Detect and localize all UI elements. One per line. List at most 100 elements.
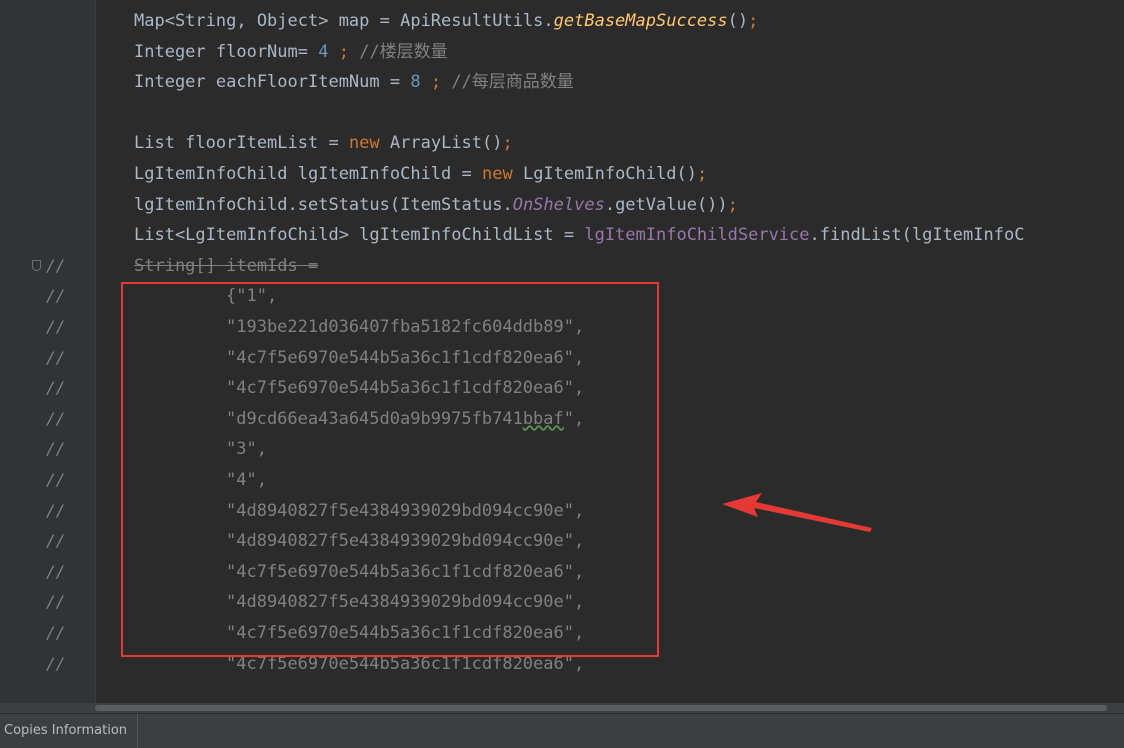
code-text: LgItemInfoChild lgItemInfoChild = new Lg…: [134, 159, 707, 189]
code-token: "4c7f5e6970e544b5a36c1f1cdf820ea6",: [226, 653, 585, 674]
code-text: "193be221d036407fba5182fc604ddb89",: [226, 312, 584, 342]
code-token: 4: [318, 41, 329, 62]
code-line[interactable]: Integer floorNum= 4 ; //楼层数量: [0, 37, 1124, 67]
code-line[interactable]: [0, 98, 1124, 128]
line-comment-marker: //: [46, 286, 66, 306]
code-text: List<LgItemInfoChild> lgItemInfoChildLis…: [134, 220, 1024, 250]
code-token: new: [482, 164, 513, 184]
code-token: "d9cd66ea43a645d0a9b9975fb741: [226, 408, 523, 429]
code-line[interactable]: lgItemInfoChild.setStatus(ItemStatus.OnS…: [0, 190, 1124, 220]
code-token: ;: [748, 11, 759, 31]
code-token: "193be221d036407fba5182fc604ddb89",: [226, 317, 585, 337]
code-text: "4c7f5e6970e544b5a36c1f1cdf820ea6",: [226, 373, 584, 403]
code-token: "4d8940827f5e4384939029bd094cc90e",: [226, 531, 585, 552]
fold-toggle-icon[interactable]: [32, 259, 41, 271]
code-token: ArrayList(): [379, 133, 503, 154]
code-text: "4c7f5e6970e544b5a36c1f1cdf820ea6",: [226, 618, 584, 648]
annotation-arrow-icon: [722, 493, 872, 532]
code-line[interactable]: // "d9cd66ea43a645d0a9b9975fb741bbaf",: [0, 404, 1124, 434]
code-token: new: [348, 133, 380, 154]
line-comment-marker: //: [46, 439, 66, 459]
line-comment-marker: //: [46, 623, 66, 642]
code-token: "4",: [226, 470, 267, 490]
code-token: "4c7f5e6970e544b5a36c1f1cdf820ea6",: [226, 347, 585, 368]
code-text: Integer eachFloorItemNum = 8 ; //每层商品数量: [134, 67, 574, 97]
code-token: ;: [696, 164, 708, 184]
code-line[interactable]: List floorItemList = new ArrayList();: [0, 128, 1124, 158]
code-token: List<LgItemInfoChild> lgItemInfoChildLis…: [134, 225, 585, 246]
code-text: "4c7f5e6970e544b5a36c1f1cdf820ea6",: [226, 649, 584, 679]
code-line[interactable]: // "4",: [0, 465, 1124, 495]
code-text: "d9cd66ea43a645d0a9b9975fb741bbaf",: [226, 404, 584, 434]
horizontal-scrollbar[interactable]: [0, 703, 1124, 713]
code-line[interactable]: Integer eachFloorItemNum = 8 ; //每层商品数量: [0, 67, 1124, 97]
code-token: String[] itemIds =: [134, 255, 319, 276]
code-token: ;: [328, 41, 360, 62]
line-comment-marker: //: [46, 500, 66, 520]
code-text: "4",: [226, 465, 267, 495]
code-token: "3",: [226, 439, 267, 460]
code-line[interactable]: // {"1",: [0, 281, 1124, 311]
line-comment-marker: //: [46, 592, 66, 612]
code-token: OnShelves: [512, 194, 605, 215]
code-text: {"1",: [226, 281, 277, 311]
code-line[interactable]: // "4c7f5e6970e544b5a36c1f1cdf820ea6",: [0, 557, 1124, 587]
code-token: lgItemInfoChild.setStatus(ItemStatus.: [134, 194, 513, 215]
code-token: .getValue()): [604, 194, 728, 215]
code-text: lgItemInfoChild.setStatus(ItemStatus.OnS…: [134, 190, 738, 220]
code-text: "4c7f5e6970e544b5a36c1f1cdf820ea6",: [226, 557, 584, 587]
code-token: Integer eachFloorItemNum =: [134, 72, 411, 93]
code-line[interactable]: // "4c7f5e6970e544b5a36c1f1cdf820ea6",: [0, 649, 1124, 679]
code-token: //楼层数量: [359, 41, 448, 62]
copies-information-tab[interactable]: Copies Information: [0, 714, 139, 748]
line-comment-marker: //: [46, 347, 66, 367]
code-line[interactable]: // "4c7f5e6970e544b5a36c1f1cdf820ea6",: [0, 618, 1124, 648]
code-text: "3",: [226, 434, 267, 464]
code-line[interactable]: Map<String, Object> map = ApiResultUtils…: [0, 6, 1124, 36]
code-text: Map<String, Object> map = ApiResultUtils…: [134, 6, 758, 36]
code-token: List floorItemList =: [134, 133, 349, 154]
code-line[interactable]: // "4c7f5e6970e544b5a36c1f1cdf820ea6",: [0, 343, 1124, 373]
code-line[interactable]: // String[] itemIds =: [0, 251, 1124, 281]
code-token: getBaseMapSuccess: [553, 11, 728, 31]
code-text: "4d8940827f5e4384939029bd094cc90e",: [226, 496, 584, 526]
code-token: Integer floorNum=: [134, 41, 319, 62]
line-comment-marker: //: [46, 531, 66, 551]
code-text: String[] itemIds =: [134, 251, 318, 281]
code-text: "4d8940827f5e4384939029bd094cc90e",: [226, 526, 584, 556]
code-token: //每层商品数量: [451, 72, 574, 93]
code-token: ",: [563, 408, 585, 429]
code-token: "4d8940827f5e4384939029bd094cc90e",: [226, 500, 585, 521]
code-line[interactable]: // "4d8940827f5e4384939029bd094cc90e",: [0, 587, 1124, 617]
code-token: {"1",: [226, 286, 278, 307]
code-line[interactable]: // "3",: [0, 434, 1124, 464]
code-token: ;: [420, 72, 452, 93]
code-line[interactable]: // "4c7f5e6970e544b5a36c1f1cdf820ea6",: [0, 373, 1124, 403]
code-line[interactable]: List<LgItemInfoChild> lgItemInfoChildLis…: [0, 220, 1124, 250]
code-text: List floorItemList = new ArrayList();: [134, 128, 513, 158]
code-token: ;: [727, 194, 738, 215]
code-token: bbaf: [522, 408, 564, 429]
line-comment-marker: //: [46, 408, 66, 428]
code-text: "4d8940827f5e4384939029bd094cc90e",: [226, 587, 584, 617]
code-token: (): [727, 11, 749, 31]
code-token: ;: [502, 133, 513, 154]
line-comment-marker: //: [46, 378, 66, 398]
scrollbar-thumb[interactable]: [95, 705, 1107, 711]
line-comment-marker: //: [46, 317, 66, 336]
code-token: "4c7f5e6970e544b5a36c1f1cdf820ea6",: [226, 561, 585, 582]
code-text: Integer floorNum= 4 ; //楼层数量: [134, 37, 448, 67]
status-bar: Copies Information: [0, 713, 1124, 748]
code-line[interactable]: // "4d8940827f5e4384939029bd094cc90e",: [0, 496, 1124, 526]
code-line[interactable]: // "193be221d036407fba5182fc604ddb89",: [0, 312, 1124, 342]
code-token: "4d8940827f5e4384939029bd094cc90e",: [226, 592, 585, 613]
code-token: LgItemInfoChild lgItemInfoChild =: [134, 164, 482, 184]
code-token: Map<String, Object> map = ApiResultUtils…: [134, 11, 554, 31]
code-line[interactable]: // "4d8940827f5e4384939029bd094cc90e",: [0, 526, 1124, 556]
code-line[interactable]: LgItemInfoChild lgItemInfoChild = new Lg…: [0, 159, 1124, 189]
code-editor[interactable]: Map<String, Object> map = ApiResultUtils…: [0, 0, 1124, 703]
code-token: 8: [410, 72, 421, 93]
line-comment-marker: //: [46, 561, 66, 581]
line-comment-marker: //: [46, 653, 66, 673]
code-token: lgItemInfoChildService: [584, 225, 810, 246]
